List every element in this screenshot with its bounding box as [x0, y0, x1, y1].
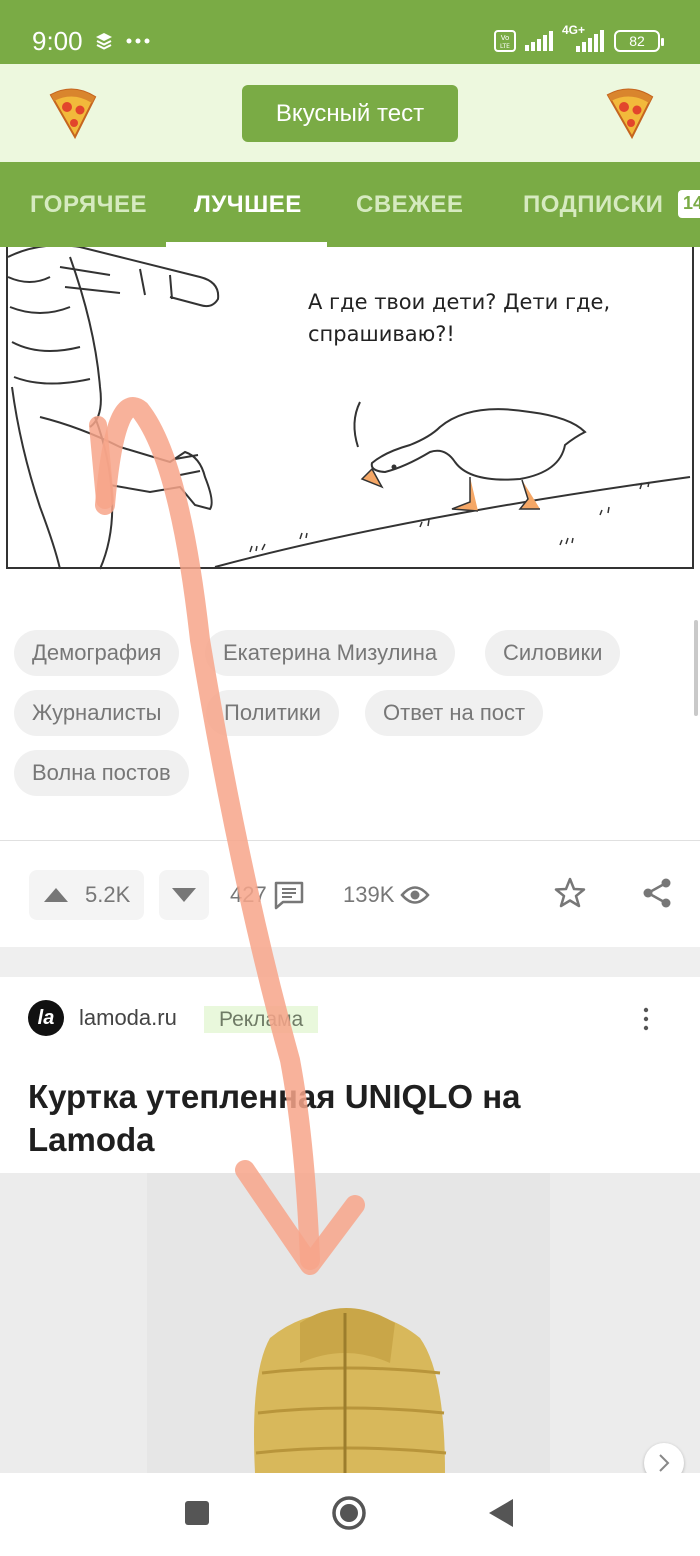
share-icon[interactable] [640, 876, 674, 910]
arrow-up-icon [44, 888, 68, 902]
lamoda-logo[interactable]: la [28, 1000, 64, 1036]
posts-separator [0, 947, 700, 977]
scrollbar[interactable] [694, 620, 698, 716]
tab-best[interactable]: ЛУЧШЕЕ [194, 162, 302, 247]
tab-fresh[interactable]: СВЕЖЕЕ [356, 162, 463, 247]
home-circle-icon [332, 1496, 366, 1530]
signal-icon [525, 31, 553, 51]
chevron-right-icon [659, 1454, 670, 1472]
layers-icon [96, 33, 112, 50]
ad-badge: Реклама [204, 1006, 319, 1033]
app-header: Вкусный тест [0, 64, 700, 162]
volte-icon: Vo LTE [494, 30, 516, 52]
downvote-button[interactable] [159, 870, 209, 920]
rating-value: 5.2K [85, 882, 131, 907]
comments-button[interactable]: 427 [230, 873, 305, 917]
system-nav-bar [0, 1473, 700, 1556]
tag-chip[interactable]: Политики [206, 690, 339, 736]
tag-chip[interactable]: Силовики [485, 630, 621, 676]
tag-chip[interactable]: Екатерина Мизулина [205, 630, 456, 676]
star-icon[interactable] [553, 876, 587, 910]
more-vert-icon[interactable] [638, 1006, 654, 1032]
recents-button[interactable] [177, 1493, 217, 1533]
views-count: 139K [343, 882, 395, 907]
status-bar: 9:00 Vo LTE 4G+ 82 [0, 0, 700, 64]
ad-product-image[interactable] [0, 1173, 700, 1473]
comic-caption: А где твои дети? Дети где, спрашиваю?! [308, 290, 611, 346]
subscriptions-badge: 14 [678, 190, 700, 218]
jacket-image [254, 1308, 447, 1473]
pizza-icon[interactable] [45, 85, 101, 141]
tag-chip[interactable]: Журналисты [14, 690, 180, 736]
status-time: 9:00 [32, 26, 83, 56]
back-button[interactable] [481, 1493, 521, 1533]
comments-count: 427 [230, 882, 267, 907]
ad-title[interactable]: Куртка утепленная UNIQLO на Lamoda [28, 1075, 648, 1161]
tasty-test-button[interactable]: Вкусный тест [242, 85, 458, 142]
upvote-button[interactable]: 5.2K [29, 870, 144, 920]
battery-level: 82 [629, 33, 645, 49]
battery-icon: 82 [614, 30, 664, 52]
tab-hot[interactable]: ГОРЯЧЕЕ [30, 162, 147, 247]
tag-chip[interactable]: Ответ на пост [365, 690, 544, 736]
svg-text:Vo: Vo [501, 34, 510, 42]
svg-text:LTE: LTE [500, 43, 510, 50]
home-button[interactable] [329, 1493, 369, 1533]
more-notifications-icon [126, 38, 150, 44]
comment-icon [274, 881, 303, 910]
status-indicators: Vo LTE 4G+ 82 [494, 23, 664, 55]
pizza-icon[interactable] [602, 85, 658, 141]
divider [0, 840, 700, 841]
back-triangle-icon [489, 1499, 513, 1527]
arrow-down-icon [172, 888, 196, 902]
tag-chip[interactable]: Волна постов [14, 750, 189, 796]
ad-source[interactable]: lamoda.ru [79, 1005, 177, 1031]
views-stat: 139K [343, 873, 431, 917]
eye-icon [400, 886, 431, 904]
signal-4g-icon: 4G+ [562, 23, 606, 53]
feed-tabs: ГОРЯЧЕЕ ЛУЧШЕЕ СВЕЖЕЕ ПОДПИСКИ 14 [0, 162, 700, 247]
tab-subscriptions[interactable]: ПОДПИСКИ [523, 162, 663, 247]
tag-chip[interactable]: Демография [14, 630, 180, 676]
square-icon [185, 1501, 209, 1525]
